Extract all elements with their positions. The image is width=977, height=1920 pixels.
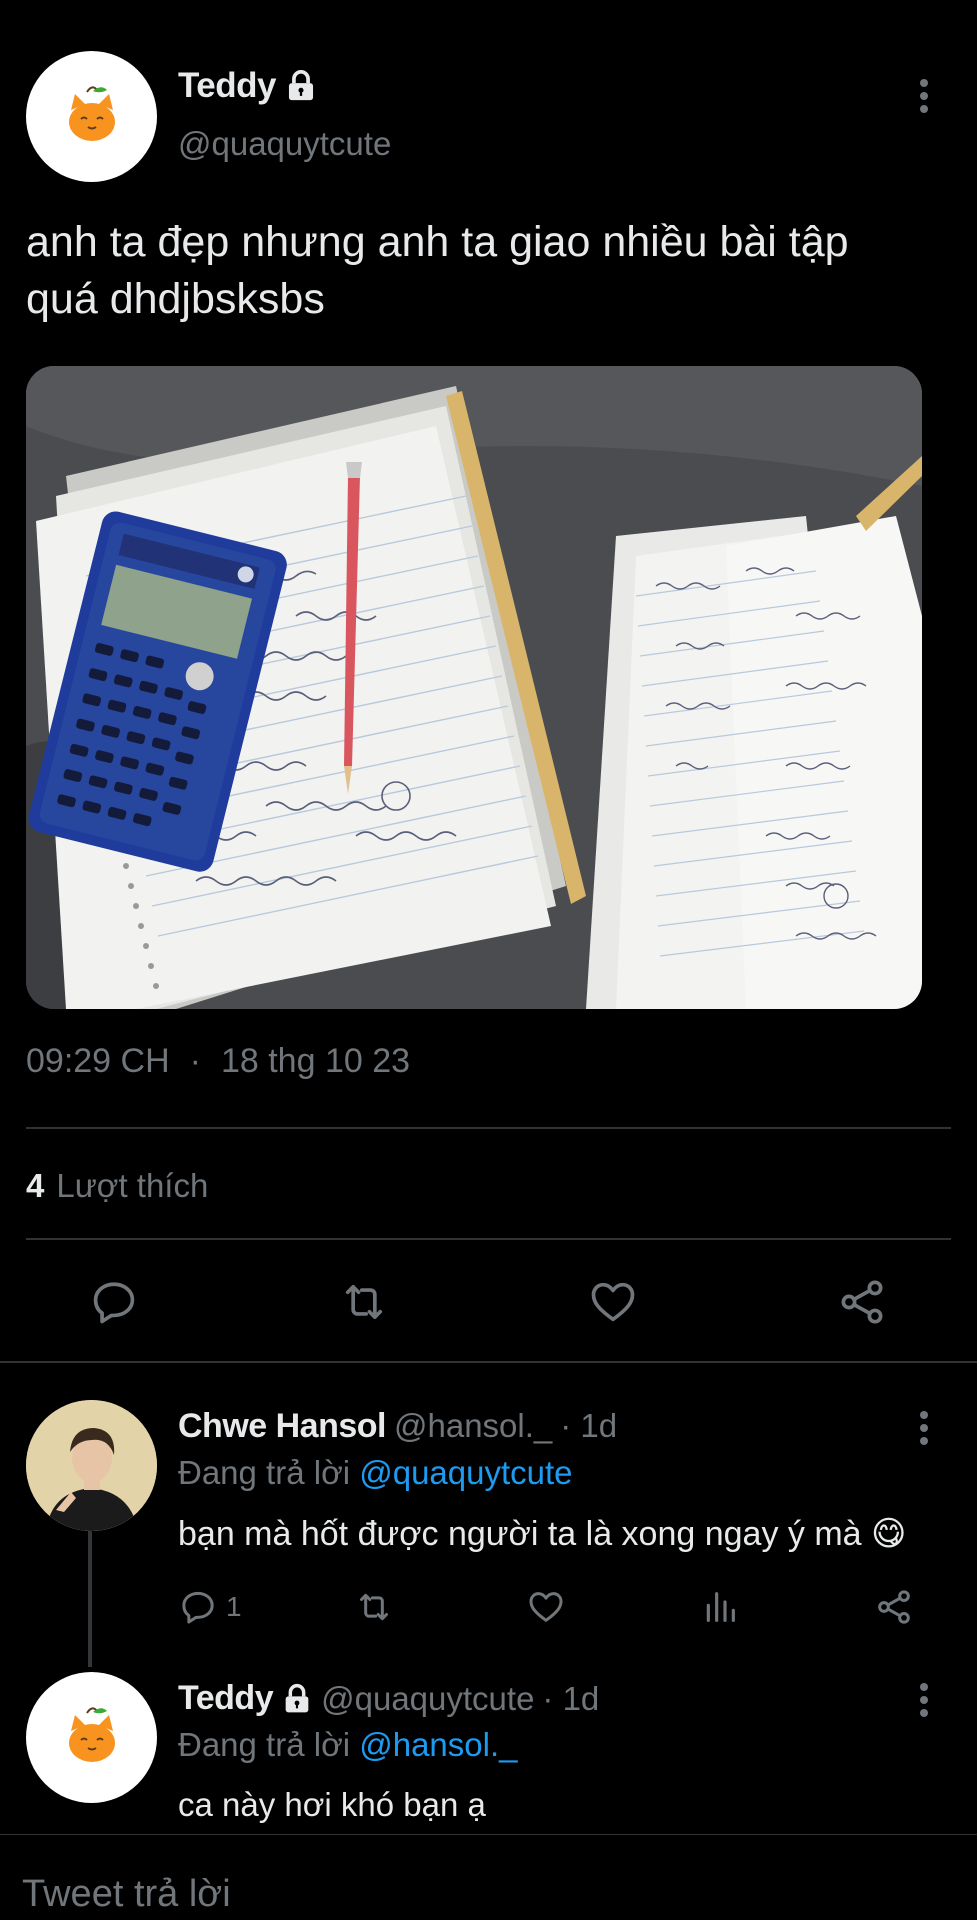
views-icon xyxy=(706,1592,735,1622)
author-name-row[interactable]: Teddy xyxy=(178,66,318,106)
likes-stat[interactable]: 4 Lượt thích xyxy=(26,1167,208,1205)
reply-author-avatar[interactable] xyxy=(26,1400,157,1531)
person-avatar-icon xyxy=(26,1400,157,1531)
reply1-views-button[interactable] xyxy=(700,1587,740,1627)
retweet-button[interactable] xyxy=(336,1276,392,1328)
reply1-header: Chwe Hansol @hansol._ · 1d xyxy=(178,1407,617,1446)
reply2-replying-to: Đang trả lời @hansol._ xyxy=(178,1726,517,1764)
tweet-text: anh ta đẹp nhưng anh ta giao nhiều bài t… xyxy=(26,214,849,328)
reply2-age: · 1d xyxy=(542,1679,600,1717)
replying-prefix: Đang trả lời xyxy=(178,1454,351,1491)
more-icon[interactable] xyxy=(919,79,929,118)
replying-to-link[interactable]: @quaquytcute xyxy=(359,1454,572,1491)
tweet-image[interactable] xyxy=(26,366,922,1009)
more-icon[interactable] xyxy=(919,1683,929,1722)
retweet-icon xyxy=(345,1284,383,1320)
more-icon[interactable] xyxy=(919,1411,929,1450)
replying-to-link[interactable]: @hansol._ xyxy=(359,1726,517,1763)
lock-icon xyxy=(285,1683,309,1712)
tweet-timestamp[interactable]: 09:29 CH · 18 thg 10 23 xyxy=(26,1042,410,1081)
reply1-share-button[interactable] xyxy=(874,1587,914,1627)
lock-icon xyxy=(288,70,314,101)
tweet-date: 18 thg 10 23 xyxy=(220,1042,411,1080)
reply1-text: bạn mà hốt được người ta là xong ngay ý … xyxy=(178,1514,907,1554)
divider xyxy=(26,1238,951,1240)
reply2-handle[interactable]: @quaquytcute xyxy=(321,1680,534,1718)
reply1-reply-button[interactable]: 1 xyxy=(178,1587,242,1627)
divider xyxy=(26,1127,951,1129)
author-avatar[interactable] xyxy=(26,51,157,182)
reply-icon xyxy=(182,1591,214,1624)
reply-icon xyxy=(93,1282,135,1324)
reply-composer-input[interactable]: Tweet trả lời xyxy=(22,1873,231,1916)
homework-photo xyxy=(26,366,922,1009)
emoji-yum-icon: 😋 xyxy=(871,1515,907,1553)
share-icon xyxy=(878,1590,910,1624)
reply2-author-avatar[interactable] xyxy=(26,1672,157,1803)
separator-dot: · xyxy=(189,1042,201,1080)
reply1-handle[interactable]: @hansol._ xyxy=(394,1407,552,1445)
composer-divider xyxy=(0,1834,977,1835)
divider xyxy=(0,1361,977,1363)
author-handle[interactable]: @quaquytcute xyxy=(178,125,391,163)
cat-orange-avatar-icon xyxy=(68,85,115,141)
likes-label: Lượt thích xyxy=(56,1167,209,1204)
tweet-time: 09:29 CH xyxy=(26,1042,170,1080)
reply1-like-button[interactable] xyxy=(526,1587,566,1627)
likes-count: 4 xyxy=(26,1167,45,1204)
reply-button[interactable] xyxy=(88,1276,140,1328)
like-icon xyxy=(529,1592,563,1622)
author-display-name[interactable]: Teddy xyxy=(178,66,276,106)
thread-line xyxy=(88,1531,92,1667)
retweet-icon xyxy=(360,1593,388,1621)
reply1-replying-to: Đang trả lời @quaquytcute xyxy=(178,1454,573,1492)
tweet-text-line: quá dhdjbsksbs xyxy=(26,275,325,323)
reply2-display-name[interactable]: Teddy xyxy=(178,1679,274,1718)
reply2-text: ca này hơi khó bạn ạ xyxy=(178,1786,486,1823)
cat-orange-avatar-icon xyxy=(68,1706,115,1762)
like-icon xyxy=(591,1282,635,1322)
share-button[interactable] xyxy=(836,1276,888,1328)
tweet-text-line: anh ta đẹp nhưng anh ta giao nhiều bài t… xyxy=(26,218,849,266)
share-icon xyxy=(841,1280,883,1324)
reply1-retweet-button[interactable] xyxy=(352,1587,396,1627)
like-button[interactable] xyxy=(587,1276,639,1328)
reply2-header: Teddy @quaquytcute · 1d xyxy=(178,1679,599,1718)
reply1-reply-count: 1 xyxy=(226,1591,242,1622)
reply1-text-body: bạn mà hốt được người ta là xong ngay ý … xyxy=(178,1515,862,1553)
replying-prefix: Đang trả lời xyxy=(178,1726,351,1763)
reply1-display-name[interactable]: Chwe Hansol xyxy=(178,1407,386,1446)
reply1-age: · 1d xyxy=(560,1407,618,1444)
